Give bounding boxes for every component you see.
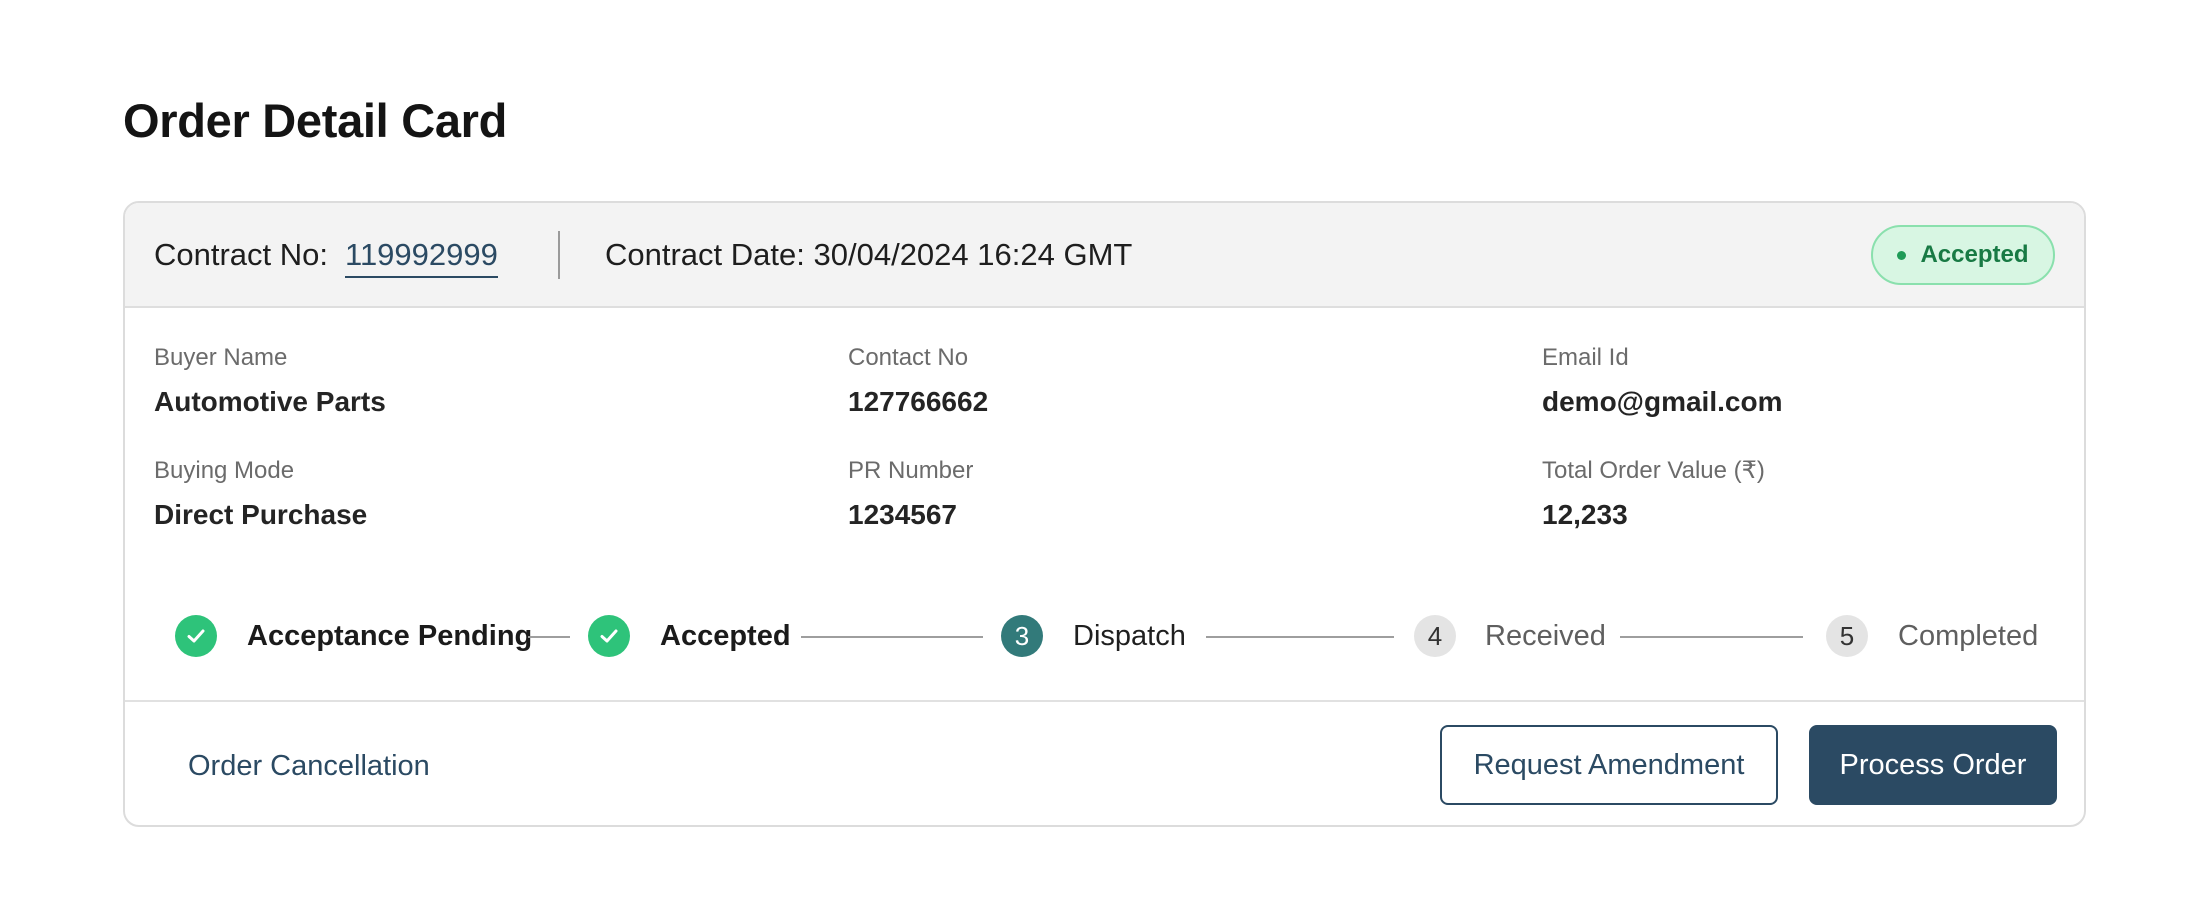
step-5-number: 5 [1826,615,1868,657]
buyer-name-value: Automotive Parts [154,386,386,417]
step-2-label: Accepted [660,620,791,652]
order-cancellation-link[interactable]: Order Cancellation [188,747,430,785]
step-1-check-icon [175,615,217,657]
step-connector-4 [1620,636,1803,638]
step-5-label: Completed [1898,620,2039,652]
buyer-name-label: Buyer Name [154,344,288,371]
page: Order Detail Card Contract No: 119992999… [0,0,2208,916]
process-order-button[interactable]: Process Order [1809,725,2057,805]
step-3-label: Dispatch [1073,620,1186,652]
pr-number-value: 1234567 [848,499,958,530]
step-2-check-icon [588,615,630,657]
total-order-value-value: 12,233 [1542,499,1628,530]
header-divider [558,231,560,279]
contract-date-label: Contract Date: [605,237,805,272]
total-order-value-label: Total Order Value (₹) [1542,457,1765,484]
contract-no-link[interactable]: 119992999 [345,235,498,278]
step-1-label: Acceptance Pending [247,620,533,652]
buying-mode-value: Direct Purchase [154,499,368,530]
step-4-number: 4 [1414,615,1456,657]
status-dot-icon [1897,250,1907,260]
card-header: Contract No: 119992999 Contract Date: 30… [125,203,2084,308]
status-text: Accepted [1920,241,2029,268]
order-stepper: Acceptance Pending Accepted 3 Dispatch 4… [125,607,2084,667]
request-amendment-button[interactable]: Request Amendment [1440,725,1778,805]
email-id-value: demo@gmail.com [1542,386,1783,417]
contact-no-value: 127766662 [848,386,989,417]
buying-mode-label: Buying Mode [154,457,295,484]
step-4-label: Received [1485,620,1606,652]
contract-date-value: 30/04/2024 16:24 GMT [813,237,1133,272]
contact-no-label: Contact No [848,344,969,371]
contract-no-label: Contract No: [154,237,329,272]
footer-divider [125,700,2084,702]
contract-date: Contract Date: 30/04/2024 16:24 GMT [605,235,1132,275]
order-detail-card: Contract No: 119992999 Contract Date: 30… [123,201,2086,827]
page-title: Order Detail Card [123,94,508,147]
step-3-number: 3 [1001,615,1043,657]
step-connector-2 [801,636,983,638]
status-badge: Accepted [1871,225,2055,285]
step-connector-3 [1206,636,1394,638]
step-connector-1 [528,636,570,638]
pr-number-label: PR Number [848,457,974,484]
email-id-label: Email Id [1542,344,1629,371]
